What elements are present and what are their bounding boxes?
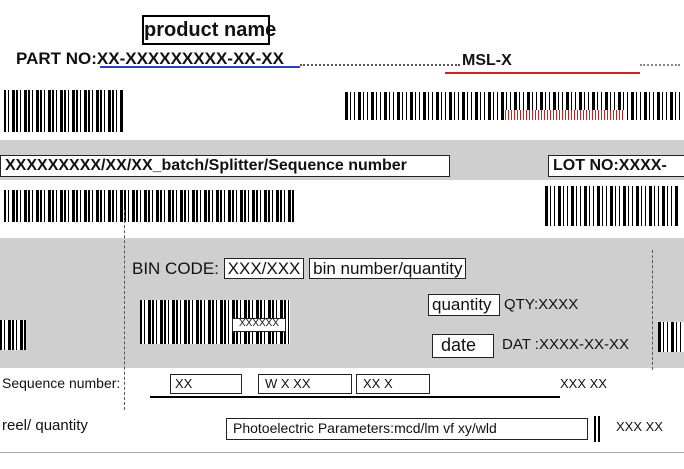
bin-code-value: XXX/XXX <box>223 258 305 279</box>
bottom-barcode <box>594 416 602 442</box>
quantity-label: quantity <box>432 295 492 314</box>
field-mid2: XX X <box>356 374 430 394</box>
msl-level: MSL-X <box>462 52 512 69</box>
product-name-box: product name <box>142 15 277 45</box>
parameters-box: Photoelectric Parameters:mcd/lm vf xy/wl… <box>226 418 588 440</box>
lot-box: LOT NO:XXXX- <box>548 155 684 177</box>
reel-quantity: reel/ quantity <box>2 417 88 434</box>
small-code: XXXXXX <box>238 318 280 329</box>
lot-number: LOT NO:XXXX- <box>553 157 667 174</box>
small-code-box: XXXXXX <box>232 318 286 332</box>
barcode-lot <box>545 186 680 226</box>
bin-code-suffix: bin number/quantity <box>309 258 467 279</box>
barcode-part <box>4 90 124 132</box>
field-right: XXX XX <box>560 376 607 391</box>
parameters: Photoelectric Parameters:mcd/lm vf xy/wl… <box>233 420 497 436</box>
quantity-value: QTY:XXXX <box>504 296 579 313</box>
dotted-trail-right <box>640 64 680 66</box>
panel-divider-right <box>652 250 653 370</box>
date-value: DAT :XXXX-XX-XX <box>502 336 629 353</box>
panel-divider-left <box>124 210 125 410</box>
field-mid1: W X XX <box>258 374 352 394</box>
date-label: date <box>441 335 477 355</box>
part-number-underline <box>100 66 300 68</box>
batch-text: XXXXXXXXX/XX/XX_batch/Splitter/Sequence … <box>5 157 407 174</box>
batch-box: XXXXXXXXX/XX/XX_batch/Splitter/Sequence … <box>0 155 450 177</box>
dotted-trail <box>300 64 460 66</box>
bottom-border <box>0 452 684 453</box>
side-barcode-right <box>658 322 684 352</box>
bottom-right-text: XXX XX <box>616 419 663 434</box>
barcode-batch <box>4 190 294 222</box>
product-name: product name <box>144 19 277 41</box>
barcode-msl-sub <box>505 110 625 120</box>
side-barcode-left <box>0 320 26 350</box>
date-label-box: date <box>432 334 494 358</box>
bin-code-row: BIN CODE: XXX/XXX bin number/quantity <box>132 258 467 279</box>
quantity-label-box: quantity <box>428 294 500 316</box>
bin-code-label: BIN CODE: <box>132 259 219 278</box>
sequence-label: Sequence number: <box>2 375 121 391</box>
msl-underline <box>445 72 640 74</box>
field-left: XX <box>170 374 242 394</box>
sequence-underline <box>150 396 560 398</box>
